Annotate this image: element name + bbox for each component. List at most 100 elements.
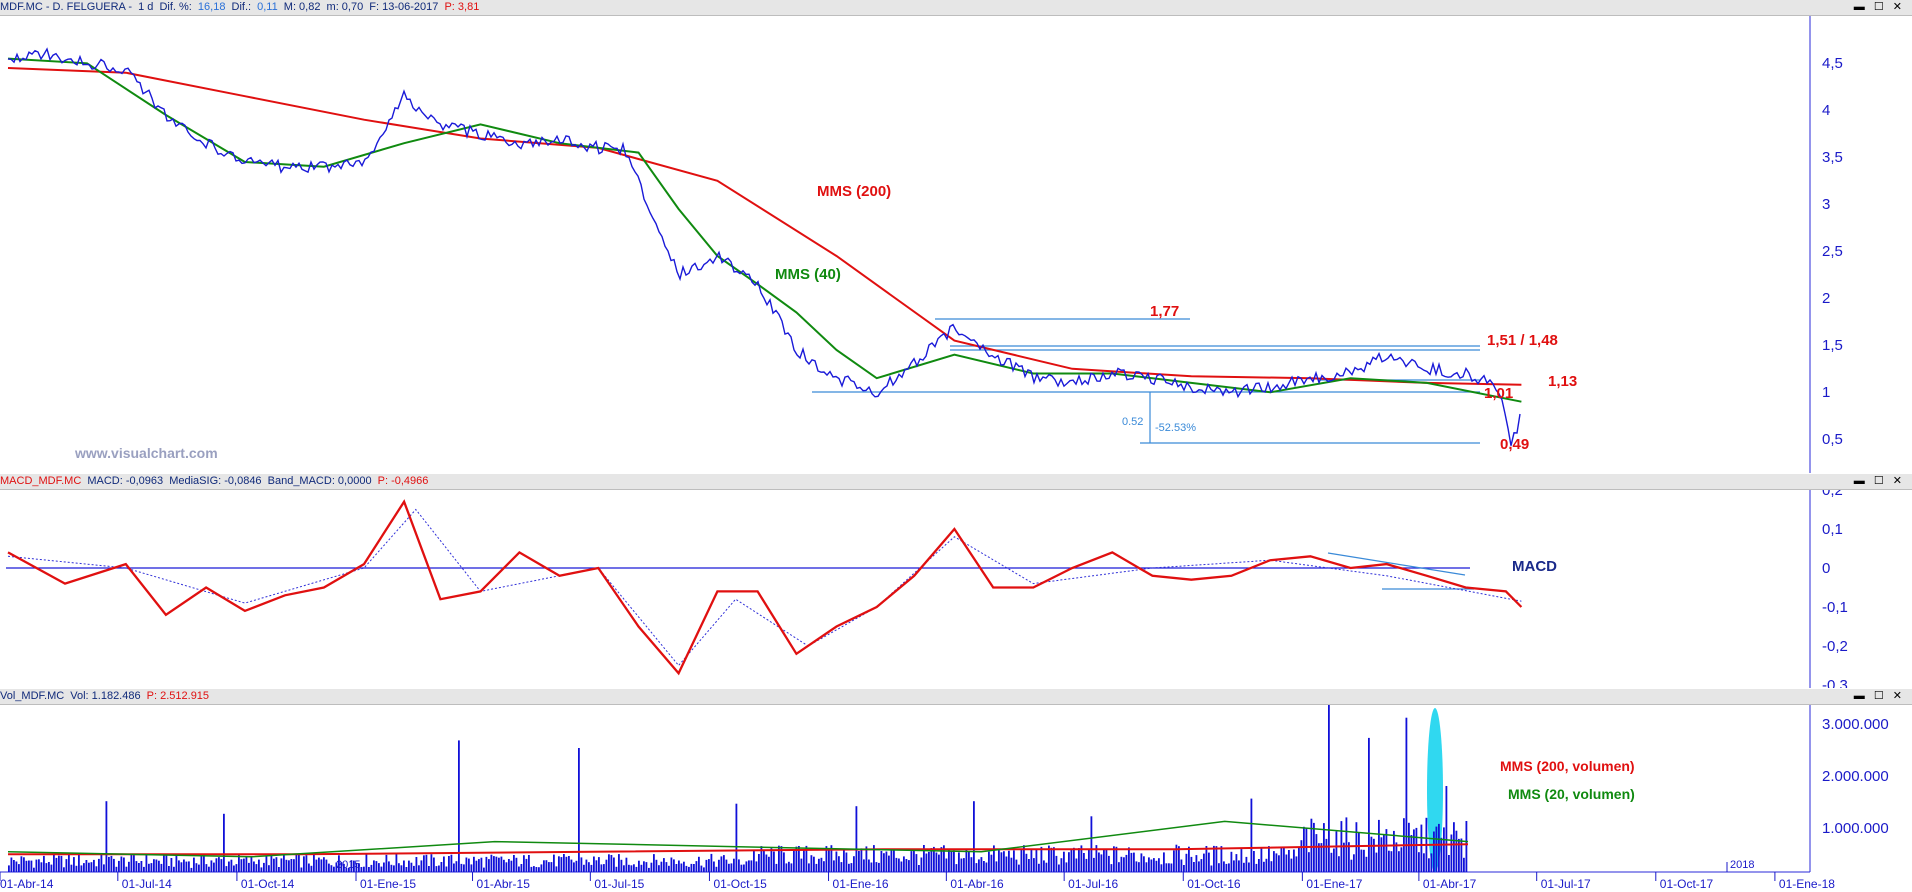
volume-bar [860, 848, 863, 872]
volume-bar [325, 859, 328, 872]
volume-bar [1375, 852, 1378, 872]
volume-bar [740, 864, 743, 872]
macd-chart[interactable]: 0,2 0,1 0 -0,1 -0,2 -0,3 MACD [0, 490, 1912, 688]
volume-bar [1290, 858, 1293, 872]
price-chart[interactable]: 4,5 4 3,5 3 2,5 2 1,5 1 0,5 MMS (200) MM… [0, 16, 1912, 473]
volume-bar [543, 860, 545, 872]
volume-bar [100, 854, 103, 872]
volume-bar [1345, 817, 1348, 872]
volume-bar [1305, 827, 1308, 872]
volume-bar [1430, 853, 1433, 872]
volume-bar [433, 857, 435, 872]
volume-bar [585, 859, 588, 872]
volume-bar [708, 859, 710, 872]
volume-bar [723, 855, 725, 872]
volume-bar [593, 856, 595, 872]
volume-bar [1100, 854, 1103, 872]
volume-bar [1108, 855, 1110, 872]
volume-bar [1073, 847, 1075, 872]
volume-bar [655, 859, 658, 872]
volume-bar [70, 864, 73, 872]
volume-bar [1200, 859, 1203, 872]
volume-bar [363, 866, 365, 872]
volume-bar [250, 856, 253, 872]
volume-bar [273, 858, 275, 872]
volume-bar [1270, 861, 1273, 872]
volume-bar [868, 859, 870, 872]
volume-bar [1415, 827, 1418, 872]
volume-bar [278, 867, 280, 872]
volume-bar [240, 859, 243, 872]
volume-bar [80, 865, 83, 872]
dif-label: Dif.: [231, 1, 252, 13]
x-tick-label: 01-Ene-15 [360, 877, 416, 891]
volume-bar [420, 860, 423, 872]
volume-bar [1325, 838, 1328, 872]
volume-bar [65, 859, 68, 872]
x-tick-label: 01-Ene-16 [833, 877, 889, 891]
volume-bar [1335, 831, 1338, 872]
volume-bar [448, 856, 450, 872]
volume-bar [745, 861, 748, 872]
volume-bar [673, 859, 675, 872]
volume-bar [475, 860, 478, 872]
volume-bar [575, 860, 578, 872]
volume-bar [590, 864, 593, 872]
volume-bar [1235, 854, 1238, 872]
volume-bar [1168, 863, 1170, 872]
volume-bar [1368, 737, 1370, 872]
volume-bar [1238, 860, 1240, 872]
volume-bar [233, 865, 235, 872]
volume-bar [785, 863, 788, 872]
volume-bar [580, 857, 583, 872]
volume-bar [653, 854, 655, 872]
volume-bar [158, 860, 160, 872]
volume-bar [473, 856, 475, 872]
mms40-label: MMS (40) [775, 266, 841, 283]
price-window-controls[interactable]: ▬ ☐ ✕ [1854, 0, 1905, 15]
volume-bar [255, 864, 258, 872]
y-tick-0-5: 0,5 [1822, 431, 1843, 448]
volume-bar [160, 863, 163, 872]
volume-bar [1075, 858, 1078, 872]
period-label: 1 d [138, 1, 154, 13]
volume-bar [1295, 856, 1298, 872]
volume-window-controls[interactable]: ▬ ☐ ✕ [1854, 689, 1905, 704]
volume-bar [413, 865, 415, 872]
volume-bar [595, 860, 598, 872]
volume-bar [578, 748, 580, 872]
volume-bar [1285, 854, 1288, 872]
volume-bar [755, 861, 758, 872]
macd-value: MACD: -0,0963 [87, 475, 164, 487]
volume-bar [50, 864, 53, 872]
volume-bar [470, 864, 473, 872]
vol-y-tick-2m: 2.000.000 [1822, 768, 1889, 785]
volume-bar [188, 861, 190, 872]
volume-bar [1173, 850, 1175, 872]
volume-bar [63, 867, 65, 872]
year-2015-label: 2015 [336, 859, 360, 871]
volume-bar [275, 857, 278, 872]
volume-bar [1463, 857, 1465, 872]
volume-bar [600, 864, 603, 872]
macd-window-controls[interactable]: ▬ ☐ ✕ [1854, 474, 1905, 489]
volume-bar [1363, 849, 1365, 872]
volume-bar [555, 866, 558, 872]
volume-bar [1288, 850, 1290, 872]
volume-bar [753, 850, 755, 872]
volume-bar [303, 856, 305, 872]
volume-bar [1145, 862, 1148, 872]
volume-bar [20, 856, 23, 872]
volume-bar [1445, 786, 1448, 872]
volume-bar [443, 856, 445, 872]
volume-bar [1043, 860, 1045, 872]
volume-bar [10, 857, 13, 872]
volume-bar [558, 856, 560, 872]
volume-bar [960, 858, 963, 872]
volume-bar [528, 855, 530, 872]
volume-chart[interactable]: 3.000.000 2.000.000 1.000.000 MMS (200, … [0, 705, 1912, 892]
volume-bar [810, 855, 813, 872]
volume-bar [1465, 821, 1468, 872]
volume-bar [635, 866, 638, 872]
volume-bar [515, 857, 518, 872]
